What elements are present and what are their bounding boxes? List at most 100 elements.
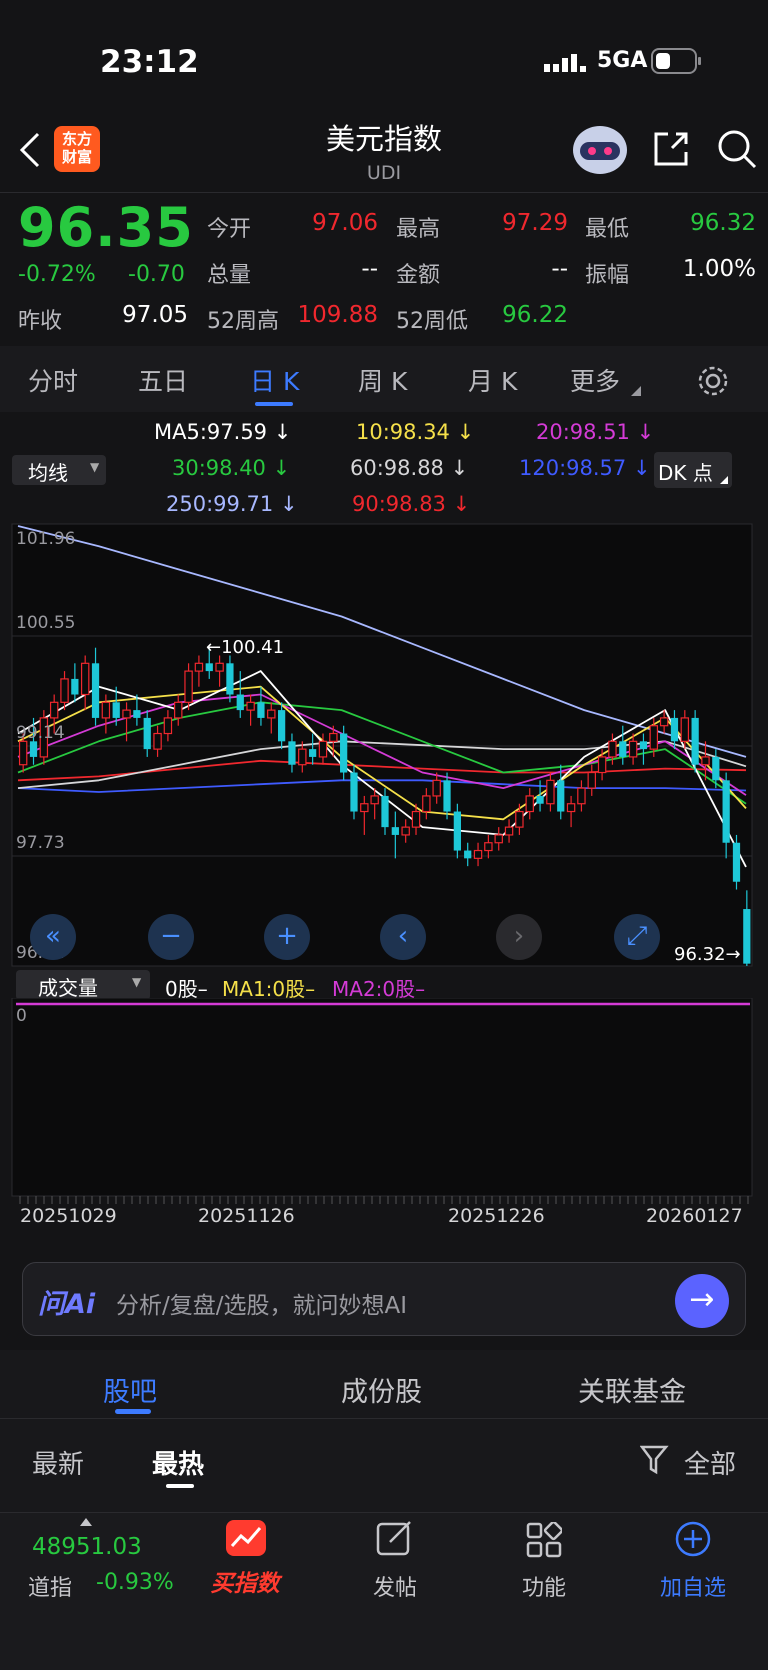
ma20-readout: 20:98.51 ↓ <box>536 420 655 444</box>
ma90-readout: 90:98.83 ↓ <box>352 492 471 516</box>
low-value: 96.32 <box>690 210 756 236</box>
volume-axis-zero: 0 <box>16 1006 27 1026</box>
tab-monthly-k[interactable]: 月 K <box>468 362 517 398</box>
ma250-readout: 250:99.71 ↓ <box>166 492 298 516</box>
y-tick-4: 97.73 <box>16 833 65 853</box>
tab-stock-forum[interactable]: 股吧 <box>103 1370 157 1409</box>
min-price-annotation: 96.32→ <box>674 944 741 965</box>
volume-selector-label: 成交量 <box>38 976 98 1000</box>
scroll-left-button[interactable]: ‹ <box>380 914 426 960</box>
filter-funnel-icon[interactable] <box>640 1444 670 1476</box>
filter-all[interactable]: 全部 <box>684 1444 736 1481</box>
status-bar: 23:12 5GA <box>0 0 768 110</box>
sub-tab-divider <box>0 1418 768 1419</box>
amount-label: 金额 <box>396 263 441 288</box>
dk-point-button[interactable]: DK 点 <box>654 452 732 488</box>
candle <box>340 725 348 781</box>
open-label: 今开 <box>207 217 252 242</box>
volume-label: 总量 <box>207 263 252 288</box>
buy-index-icon[interactable] <box>226 1520 266 1556</box>
scroll-right-button[interactable]: › <box>496 914 542 960</box>
zoom-in-button[interactable]: + <box>264 914 310 960</box>
ma120-readout: 120:98.57 ↓ <box>519 456 651 480</box>
ticker-expand-icon[interactable] <box>80 1518 92 1526</box>
volume-chevron-down-icon: ▼ <box>132 975 142 989</box>
week52-high-label: 52周高 <box>207 309 279 334</box>
dow-index-change: -0.93% <box>96 1570 174 1595</box>
amplitude-value: 1.00% <box>682 256 756 282</box>
ai-submit-arrow-icon[interactable]: → <box>675 1274 729 1328</box>
fullscreen-button[interactable]: ⤢ <box>614 914 660 960</box>
battery-icon <box>651 48 701 74</box>
ma10-readout: 10:98.34 ↓ <box>356 420 475 444</box>
status-time: 23:12 <box>100 44 199 80</box>
header-divider <box>0 192 768 193</box>
volume-value: -- <box>361 256 378 282</box>
prev-close-value: 97.05 <box>122 302 188 328</box>
y-tick-3: 99.14 <box>16 723 65 743</box>
indicator-selector-label: 均线 <box>28 461 68 485</box>
ai-input-placeholder: 分析/复盘/选股，就问妙想AI <box>116 1293 408 1319</box>
indicator-selector[interactable]: 均线 ▼ <box>12 455 106 485</box>
tab-more[interactable]: 更多 <box>570 362 620 398</box>
functions-label[interactable]: 功能 <box>489 1570 599 1602</box>
robot-assistant-icon[interactable] <box>570 120 630 176</box>
rewind-fast-button[interactable]: « <box>30 914 76 960</box>
network-type: 5GA <box>597 48 648 73</box>
x-tick-4: 20260127 <box>646 1205 743 1227</box>
search-icon[interactable] <box>716 128 758 170</box>
filter-underline <box>166 1484 194 1488</box>
high-value: 97.29 <box>502 210 568 236</box>
x-tick-1: 20251029 <box>20 1205 117 1227</box>
sub-tab-underline <box>115 1409 151 1414</box>
ma30-readout: 30:98.40 ↓ <box>172 456 291 480</box>
x-tick-2: 20251126 <box>198 1205 295 1227</box>
candle <box>350 764 358 820</box>
functions-grid-icon[interactable] <box>526 1522 562 1558</box>
max-price-annotation: ←100.41 <box>206 637 285 658</box>
volume-indicator-selector[interactable]: 成交量 ▼ <box>16 970 150 1000</box>
candlestick-chart[interactable] <box>0 520 768 970</box>
y-tick-1: 101.96 <box>16 529 76 549</box>
ma5-readout: MA5:97.59 ↓ <box>154 420 292 444</box>
filter-hottest[interactable]: 最热 <box>152 1444 204 1481</box>
settings-gear-icon[interactable] <box>696 364 730 398</box>
tab-weekly-k[interactable]: 周 K <box>358 362 407 398</box>
tab-related-funds[interactable]: 关联基金 <box>578 1370 686 1409</box>
signal-icon <box>544 54 586 72</box>
active-tab-underline <box>255 402 293 406</box>
dk-dropdown-icon <box>720 476 728 484</box>
week52-low-value: 96.22 <box>502 302 568 328</box>
current-price: 96.35 <box>18 196 194 259</box>
dk-point-label: DK 点 <box>658 461 713 485</box>
change-amount: -0.70 <box>128 262 185 287</box>
more-dropdown-icon <box>631 386 641 396</box>
buy-index-label[interactable]: 买指数 <box>190 1564 300 1598</box>
change-percent: -0.72% <box>18 262 96 287</box>
y-tick-2: 100.55 <box>16 613 76 633</box>
tab-constituents[interactable]: 成份股 <box>341 1370 422 1409</box>
tab-five-day[interactable]: 五日 <box>138 362 188 398</box>
high-label: 最高 <box>396 217 441 242</box>
candle <box>732 834 741 890</box>
add-watchlist-label[interactable]: 加自选 <box>638 1570 748 1602</box>
tab-intraday[interactable]: 分时 <box>28 362 78 398</box>
dow-index-value[interactable]: 48951.03 <box>32 1534 142 1560</box>
filter-latest[interactable]: 最新 <box>32 1444 84 1481</box>
chevron-down-icon: ▼ <box>90 460 100 474</box>
post-label[interactable]: 发帖 <box>340 1570 450 1602</box>
ma60-readout: 60:98.88 ↓ <box>350 456 469 480</box>
dow-index-name: 道指 <box>28 1576 73 1601</box>
share-icon[interactable] <box>652 130 690 168</box>
candle <box>691 710 699 773</box>
add-watchlist-icon[interactable] <box>674 1520 712 1558</box>
candle <box>453 803 461 859</box>
tab-daily-k[interactable]: 日 K <box>250 362 299 398</box>
ask-ai-badge: 问Ai <box>38 1289 96 1320</box>
low-label: 最低 <box>585 217 630 242</box>
week52-high-value: 109.88 <box>297 302 378 328</box>
amplitude-label: 振幅 <box>585 263 630 288</box>
week52-low-label: 52周低 <box>396 309 468 334</box>
zoom-out-button[interactable]: − <box>148 914 194 960</box>
post-edit-icon[interactable] <box>376 1520 414 1558</box>
